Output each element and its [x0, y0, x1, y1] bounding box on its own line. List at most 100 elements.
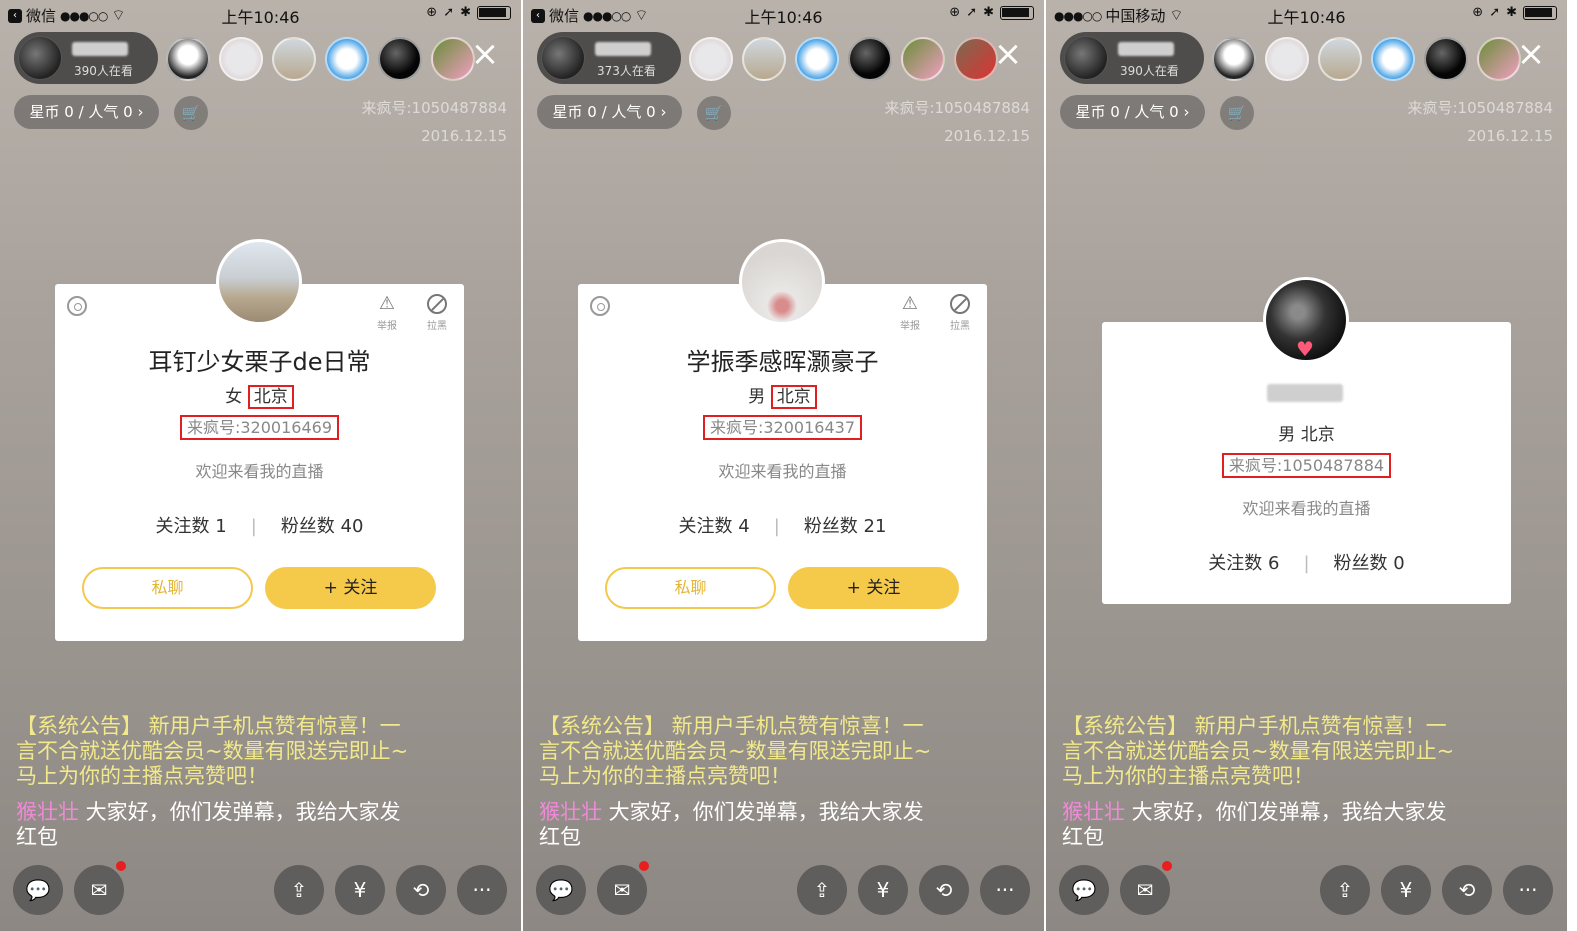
profile-avatar[interactable] [216, 239, 302, 325]
camera-flip-icon[interactable]: ⟲ [1442, 865, 1492, 915]
following-count[interactable]: 关注数 1 [156, 516, 227, 537]
profile-avatar[interactable] [739, 239, 825, 325]
block-icon[interactable] [427, 294, 447, 314]
viewer-avatar[interactable] [742, 37, 786, 81]
share-icon[interactable]: ⇪ [1320, 865, 1370, 915]
chat-username[interactable]: 猴壮壮 [1062, 800, 1125, 824]
private-chat-button[interactable]: 私聊 [605, 567, 776, 609]
viewer-avatar[interactable] [431, 37, 475, 81]
cart-icon[interactable]: 🛒 [1220, 96, 1254, 130]
close-icon[interactable]: × [993, 37, 1023, 71]
chat-message: 猴壮壮 大家好，你们发弹幕，我给大家发红包 [16, 800, 406, 850]
viewer-avatar[interactable] [795, 37, 839, 81]
close-icon[interactable]: × [1516, 37, 1546, 71]
viewer-avatar[interactable] [378, 37, 422, 81]
gift-icon[interactable]: ¥ [1381, 865, 1431, 915]
host-pill[interactable]: 390人在看 [14, 32, 158, 84]
bluetooth-icon: ✱ [983, 5, 994, 20]
following-count[interactable]: 关注数 6 [1208, 553, 1279, 574]
host-avatar[interactable] [541, 36, 585, 80]
viewer-avatar[interactable] [901, 37, 945, 81]
report-label[interactable]: 举报 [372, 317, 402, 332]
more-icon[interactable]: ··· [980, 865, 1030, 915]
host-avatar[interactable] [18, 36, 62, 80]
settings-icon[interactable] [590, 296, 610, 316]
viewer-avatar[interactable] [689, 37, 733, 81]
heart-badge-icon: ♥ [1296, 337, 1314, 361]
mail-icon[interactable]: ✉ [1120, 865, 1170, 915]
viewer-avatar[interactable] [1424, 37, 1468, 81]
coins-popularity-pill[interactable]: 星币 0 / 人气 0 › [1060, 95, 1205, 129]
profile-card: ⚠ 举报 拉黑 耳钉少女栗子de日常 女 北京 来疯号:320016469 欢迎… [55, 284, 464, 641]
gift-icon[interactable]: ¥ [858, 865, 908, 915]
profile-greeting: 欢迎来看我的直播 [195, 462, 324, 481]
chat-username[interactable]: 猴壮壮 [539, 800, 602, 824]
room-date: 2016.12.15 [1467, 127, 1553, 145]
system-notice: 【系统公告】 新用户手机点赞有惊喜！一言不合就送优酷会员~数量有限送完即止~马上… [16, 714, 409, 788]
block-label[interactable]: 拉黑 [945, 317, 975, 332]
mail-icon[interactable]: ✉ [597, 865, 647, 915]
viewer-avatar[interactable] [1371, 37, 1415, 81]
gift-icon[interactable]: ¥ [335, 865, 385, 915]
viewer-avatar[interactable] [954, 37, 998, 81]
profile-name-blurred [1267, 384, 1343, 402]
chat-message: 猴壮壮 大家好，你们发弹幕，我给大家发红包 [1062, 800, 1452, 850]
host-avatar[interactable] [1064, 36, 1108, 80]
camera-flip-icon[interactable]: ⟲ [396, 865, 446, 915]
profile-card: 男 北京 来疯号:1050487884 欢迎来看我的直播 关注数 6 | 粉丝数 0 [1102, 322, 1511, 604]
report-icon[interactable]: ⚠ [375, 294, 399, 314]
viewer-count: 390人在看 [74, 64, 133, 78]
more-icon[interactable]: ··· [457, 865, 507, 915]
coins-popularity-pill[interactable]: 星币 0 / 人气 0 › [537, 95, 682, 129]
share-icon[interactable]: ⇪ [797, 865, 847, 915]
viewer-avatar[interactable] [325, 37, 369, 81]
camera-flip-icon[interactable]: ⟲ [919, 865, 969, 915]
share-icon[interactable]: ⇪ [274, 865, 324, 915]
block-label[interactable]: 拉黑 [422, 317, 452, 332]
stats-divider: | [773, 516, 780, 537]
report-label[interactable]: 举报 [895, 317, 925, 332]
viewer-avatar[interactable] [1212, 37, 1256, 81]
host-pill[interactable]: 373人在看 [537, 32, 681, 84]
profile-gender: 男 [748, 387, 766, 407]
follow-button[interactable]: + 关注 [788, 567, 959, 609]
settings-icon[interactable] [67, 296, 87, 316]
cart-icon[interactable]: 🛒 [697, 96, 731, 130]
more-icon[interactable]: ··· [1503, 865, 1553, 915]
host-name-blurred [1118, 42, 1174, 56]
host-name-blurred [72, 42, 128, 56]
coins-popularity-pill[interactable]: 星币 0 / 人气 0 › [14, 95, 159, 129]
fans-count[interactable]: 粉丝数 0 [1334, 553, 1405, 574]
viewer-avatar[interactable] [272, 37, 316, 81]
viewer-avatar[interactable] [219, 37, 263, 81]
cart-icon[interactable]: 🛒 [174, 96, 208, 130]
rotation-lock-icon: ⊕ [426, 5, 438, 20]
viewer-avatar[interactable] [166, 37, 210, 81]
following-count[interactable]: 关注数 4 [679, 516, 750, 537]
system-notice: 【系统公告】 新用户手机点赞有惊喜！一言不合就送优酷会员~数量有限送完即止~马上… [539, 714, 932, 788]
profile-id-text: 来疯号:1050487884 [1221, 453, 1392, 478]
block-icon[interactable] [950, 294, 970, 314]
chat-bubble-icon[interactable]: 💬 [1059, 865, 1109, 915]
close-icon[interactable]: × [470, 37, 500, 71]
viewer-avatar[interactable] [1318, 37, 1362, 81]
fans-count[interactable]: 粉丝数 40 [281, 516, 364, 537]
chat-username[interactable]: 猴壮壮 [16, 800, 79, 824]
mail-icon[interactable]: ✉ [74, 865, 124, 915]
viewer-avatar[interactable] [1265, 37, 1309, 81]
stats-divider: | [250, 516, 257, 537]
viewer-avatar[interactable] [1477, 37, 1521, 81]
viewer-avatars [166, 37, 475, 81]
status-bar: ●●●○○ 中国移动 ⌔ 上午10:46 ⊕ ➚ ✱ [1046, 0, 1567, 28]
private-chat-button[interactable]: 私聊 [82, 567, 253, 609]
chat-bubble-icon[interactable]: 💬 [536, 865, 586, 915]
room-id: 来疯号:1050487884 [1407, 99, 1554, 117]
viewer-avatar[interactable] [848, 37, 892, 81]
report-icon[interactable]: ⚠ [898, 294, 922, 314]
chat-bubble-icon[interactable]: 💬 [13, 865, 63, 915]
follow-button[interactable]: + 关注 [265, 567, 436, 609]
fans-count[interactable]: 粉丝数 21 [804, 516, 887, 537]
host-pill[interactable]: 390人在看 [1060, 32, 1204, 84]
profile-id: 来疯号:320016469 [55, 414, 464, 440]
location-icon: ➚ [443, 5, 455, 20]
